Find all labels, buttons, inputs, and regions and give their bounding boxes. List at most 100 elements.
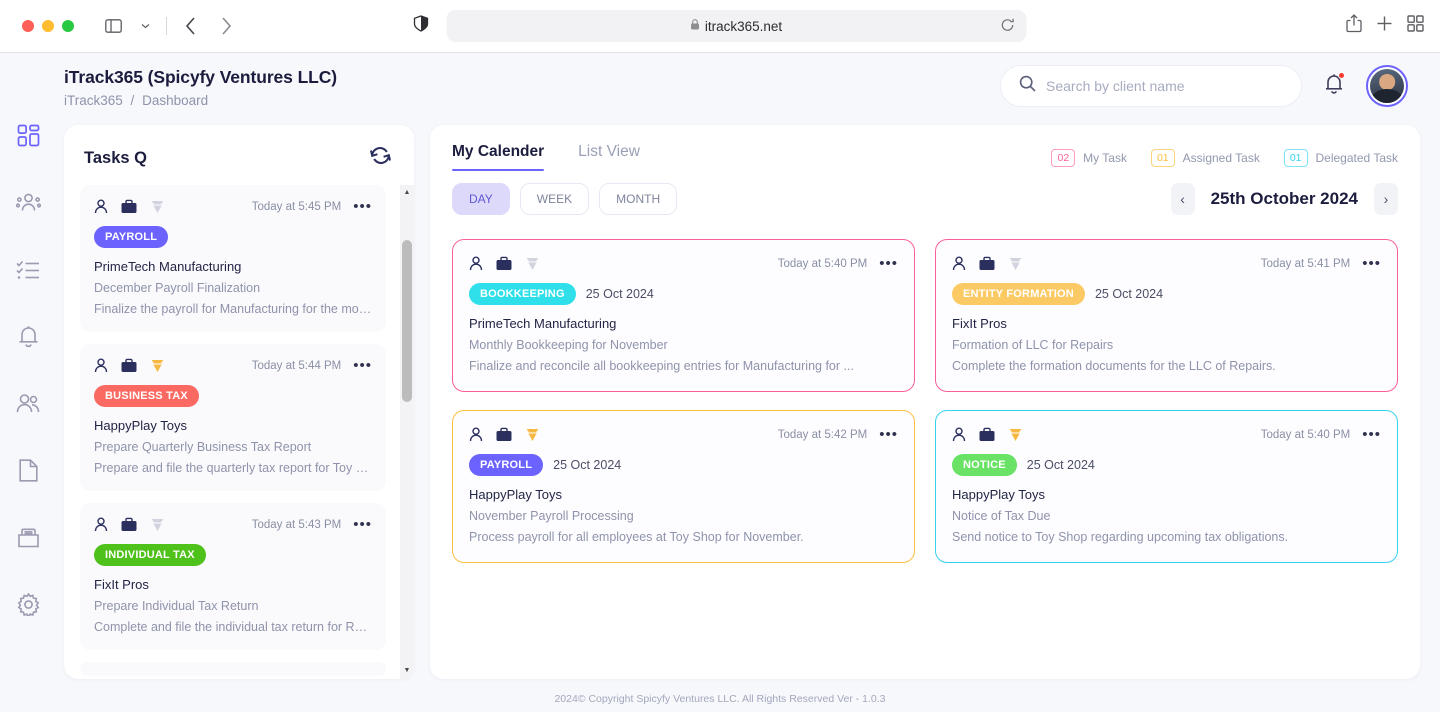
event-description: Complete the formation documents for the… bbox=[952, 359, 1276, 373]
calendar-view-toggles: DAY WEEK MONTH bbox=[452, 183, 678, 215]
plus-icon[interactable] bbox=[1376, 15, 1393, 37]
window-traffic-lights[interactable] bbox=[22, 20, 74, 32]
shield-icon[interactable] bbox=[413, 15, 429, 37]
refresh-icon bbox=[369, 145, 392, 171]
sidebar-toggle-icon[interactable] bbox=[98, 12, 128, 40]
briefcase-icon bbox=[496, 256, 512, 271]
calendar-event-card[interactable]: Today at 5:41 PM ••• ENTITY FORMATION 25… bbox=[935, 239, 1398, 392]
legend-item-delegated-task[interactable]: 01 Delegated Task bbox=[1283, 149, 1399, 167]
task-type-legend: 02 My Task 01 Assigned Task 01 Delegated… bbox=[1051, 143, 1398, 167]
briefcase-icon bbox=[979, 256, 995, 271]
task-category-badge: PAYROLL bbox=[94, 226, 169, 248]
sidebar-item-team[interactable] bbox=[8, 186, 48, 224]
current-date-label: 25th October 2024 bbox=[1210, 189, 1358, 208]
tab-my-calendar[interactable]: My Calender bbox=[452, 143, 545, 171]
document-icon bbox=[18, 459, 38, 487]
legend-count: 01 bbox=[1150, 149, 1175, 167]
legend-item-my-task[interactable]: 02 My Task bbox=[1051, 149, 1127, 167]
minimize-window-button[interactable] bbox=[42, 20, 54, 32]
sidebar-item-documents[interactable] bbox=[8, 454, 48, 492]
sidebar-item-clients[interactable] bbox=[8, 387, 48, 425]
bell-icon bbox=[1324, 73, 1344, 99]
gem-icon bbox=[1008, 257, 1023, 271]
event-client-name: HappyPlay Toys bbox=[469, 487, 562, 502]
next-date-button[interactable]: › bbox=[1374, 183, 1398, 215]
back-arrow-icon[interactable] bbox=[173, 12, 207, 40]
view-toggle-day[interactable]: DAY bbox=[452, 183, 510, 215]
task-menu-button[interactable]: ••• bbox=[353, 199, 372, 214]
sidebar-item-notifications[interactable] bbox=[8, 320, 48, 358]
task-menu-button[interactable]: ••• bbox=[353, 358, 372, 373]
task-card[interactable]: Today at 5:44 PM ••• BUSINESS TAX HappyP… bbox=[80, 344, 386, 491]
task-card[interactable] bbox=[80, 662, 386, 676]
event-menu-button[interactable]: ••• bbox=[879, 256, 898, 271]
share-icon[interactable] bbox=[1346, 14, 1362, 38]
legend-count: 01 bbox=[1283, 149, 1308, 167]
bell-icon bbox=[18, 325, 39, 353]
scroll-up-arrow-icon[interactable]: ▲ bbox=[404, 189, 411, 197]
address-bar[interactable]: itrack365.net bbox=[446, 10, 1027, 42]
sidebar-dropdown-icon[interactable] bbox=[130, 12, 160, 40]
sidebar-item-dashboard[interactable] bbox=[8, 119, 48, 157]
breadcrumb: iTrack365 / Dashboard bbox=[64, 93, 337, 108]
gem-icon bbox=[525, 257, 540, 271]
breadcrumb-root[interactable]: iTrack365 bbox=[64, 93, 123, 108]
search-box[interactable] bbox=[1000, 65, 1302, 107]
event-category-badge: NOTICE bbox=[952, 454, 1017, 476]
gem-icon bbox=[525, 428, 540, 442]
sidebar-item-settings[interactable] bbox=[8, 588, 48, 626]
legend-item-assigned-task[interactable]: 01 Assigned Task bbox=[1150, 149, 1260, 167]
task-description: Prepare and file the quarterly tax repor… bbox=[94, 461, 372, 475]
event-description: Send notice to Toy Shop regarding upcomi… bbox=[952, 530, 1289, 544]
browser-toolbar: itrack365.net bbox=[0, 0, 1440, 53]
event-date: 25 Oct 2024 bbox=[1094, 287, 1164, 301]
notification-badge-dot bbox=[1338, 71, 1345, 79]
page-topbar: iTrack365 (Spicyfy Ventures LLC) iTrack3… bbox=[56, 53, 1440, 119]
reload-icon[interactable] bbox=[1001, 18, 1015, 35]
scrollbar-thumb[interactable] bbox=[402, 240, 412, 402]
tasks-scrollbar[interactable]: ▲ ▼ bbox=[400, 185, 414, 679]
person-icon bbox=[952, 427, 966, 442]
notifications-button[interactable] bbox=[1324, 71, 1345, 100]
person-icon bbox=[94, 517, 108, 532]
person-icon bbox=[94, 199, 108, 214]
briefcase-icon bbox=[121, 199, 137, 214]
maximize-window-button[interactable] bbox=[62, 20, 74, 32]
event-menu-button[interactable]: ••• bbox=[1362, 256, 1381, 271]
sidebar-item-archive[interactable] bbox=[8, 521, 48, 559]
view-toggle-month[interactable]: MONTH bbox=[599, 183, 678, 215]
task-subtitle: Prepare Quarterly Business Tax Report bbox=[94, 440, 312, 454]
close-window-button[interactable] bbox=[22, 20, 34, 32]
view-toggle-week[interactable]: WEEK bbox=[519, 183, 590, 215]
sidebar-item-tasks[interactable] bbox=[8, 253, 48, 291]
calendar-event-card[interactable]: Today at 5:40 PM ••• NOTICE 25 Oct 2024 … bbox=[935, 410, 1398, 563]
event-time: Today at 5:40 PM bbox=[1260, 428, 1351, 441]
refresh-button[interactable] bbox=[369, 145, 392, 171]
tab-list-view[interactable]: List View bbox=[578, 143, 640, 171]
gem-icon bbox=[1008, 428, 1023, 442]
calendar-tabs: My Calender List View bbox=[452, 143, 640, 171]
task-client-name: PrimeTech Manufacturing bbox=[94, 259, 242, 274]
task-menu-button[interactable]: ••• bbox=[353, 517, 372, 532]
task-category-badge: INDIVIDUAL TAX bbox=[94, 544, 206, 566]
avatar[interactable] bbox=[1366, 65, 1408, 107]
lock-icon bbox=[691, 19, 700, 33]
tab-overview-icon[interactable] bbox=[1407, 15, 1424, 37]
legend-label: Delegated Task bbox=[1315, 151, 1399, 165]
search-icon bbox=[1019, 75, 1036, 97]
forward-arrow-icon[interactable] bbox=[209, 12, 243, 40]
scroll-down-arrow-icon[interactable]: ▼ bbox=[404, 667, 411, 675]
toolbar-divider bbox=[166, 17, 167, 35]
event-menu-button[interactable]: ••• bbox=[879, 427, 898, 442]
search-input[interactable] bbox=[1046, 78, 1283, 94]
event-category-badge: ENTITY FORMATION bbox=[952, 283, 1085, 305]
url-text: itrack365.net bbox=[704, 18, 783, 34]
grid-icon bbox=[17, 124, 40, 152]
calendar-event-card[interactable]: Today at 5:40 PM ••• BOOKKEEPING 25 Oct … bbox=[452, 239, 915, 392]
task-card[interactable]: Today at 5:45 PM ••• PAYROLL PrimeTech M… bbox=[80, 185, 386, 332]
event-menu-button[interactable]: ••• bbox=[1362, 427, 1381, 442]
task-card[interactable]: Today at 5:43 PM ••• INDIVIDUAL TAX FixI… bbox=[80, 503, 386, 650]
prev-date-button[interactable]: ‹ bbox=[1170, 183, 1195, 215]
calendar-event-card[interactable]: Today at 5:42 PM ••• PAYROLL 25 Oct 2024… bbox=[452, 410, 915, 563]
event-subtitle: November Payroll Processing bbox=[469, 509, 634, 523]
